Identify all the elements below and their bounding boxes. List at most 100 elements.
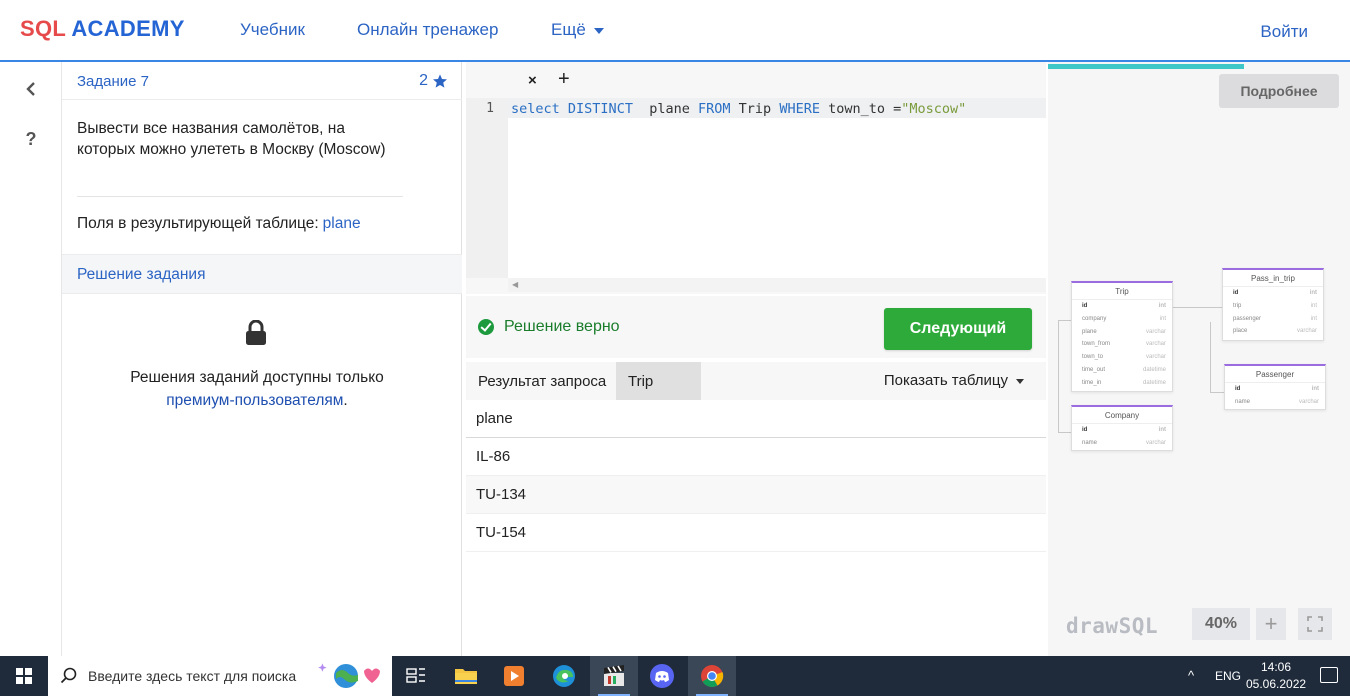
tray-expand-icon[interactable]: ^ [1188, 668, 1194, 683]
db-table-company[interactable]: Company id int name varchar [1071, 405, 1173, 451]
add-tab-icon[interactable]: + [558, 68, 570, 91]
db-field: trip int [1223, 300, 1323, 313]
zoom-in-button[interactable]: + [1256, 608, 1286, 640]
clock[interactable]: 14:06 05.06.2022 [1246, 659, 1306, 693]
next-button[interactable]: Следующий [884, 308, 1032, 350]
relation-line [1172, 307, 1222, 308]
fullscreen-button[interactable] [1298, 608, 1332, 640]
premium-text: Решения заданий доступны только [130, 369, 384, 386]
code-area[interactable]: select DISTINCT plane FROM Trip WHERE to… [508, 98, 1046, 278]
site-logo[interactable]: SQL ACADEMY [20, 16, 185, 42]
result-status-bar: Решение верно Следующий [466, 296, 1046, 358]
db-field-name: name [1235, 398, 1251, 405]
language-indicator[interactable]: ENG [1215, 669, 1241, 683]
status-message: Решение верно [504, 318, 620, 335]
solution-section-header[interactable]: Решение задания [62, 254, 462, 294]
nav-trainer[interactable]: Онлайн тренажер [357, 20, 498, 40]
code-line-active[interactable]: select DISTINCT plane FROM Trip WHERE to… [508, 98, 1046, 118]
schema-diagram[interactable]: Подробнее Trip id int company int plane varcha… [1048, 62, 1350, 656]
clock-date: 05.06.2022 [1246, 677, 1307, 691]
file-explorer-button[interactable] [442, 656, 490, 696]
db-field-name: time_in [1082, 379, 1102, 386]
more-details-button[interactable]: Подробнее [1219, 74, 1339, 108]
close-tab-icon[interactable]: × [528, 72, 537, 89]
table-row: IL-86 [466, 438, 1046, 476]
db-field-name: id [1082, 427, 1088, 433]
task-panel: Задание 7 2 Вывести все названия самолёт… [62, 62, 462, 656]
scroll-left-icon[interactable]: ◀ [512, 280, 518, 289]
db-field-type: varchar [1145, 439, 1166, 446]
sql-editor: × + 1 select DISTINCT plane FROM Trip WH… [466, 62, 1046, 294]
task-view-icon [406, 668, 425, 683]
line-number: 1 [486, 101, 494, 116]
db-field-type: int [1309, 290, 1317, 296]
db-field-type: int [1158, 303, 1166, 309]
fields-value: plane [322, 215, 361, 232]
search-icon [60, 667, 77, 684]
db-field-type: varchar [1298, 398, 1319, 405]
db-field-type: int [1310, 302, 1317, 309]
db-field-name: place [1233, 328, 1248, 335]
relation-line [1058, 320, 1072, 321]
divider [77, 196, 403, 197]
start-button[interactable] [0, 656, 48, 696]
fields-label: Поля в результирующей таблице: [77, 215, 319, 232]
chevron-left-icon [26, 82, 35, 96]
relation-line [1210, 392, 1224, 393]
db-field-name: company [1082, 315, 1107, 322]
db-field-name: town_from [1082, 341, 1111, 348]
discord-icon [650, 664, 674, 688]
premium-link[interactable]: премиум-пользователям [166, 392, 343, 409]
editor-tabbar: × + [466, 62, 1046, 96]
taskbar-search[interactable]: Введите здесь текст для поиска [48, 656, 392, 696]
column-header: plane [476, 410, 513, 427]
notification-icon[interactable] [1320, 667, 1338, 683]
db-field: plane varchar [1072, 326, 1172, 339]
db-field: id int [1072, 424, 1172, 437]
discord-button[interactable] [638, 656, 686, 696]
help-button[interactable]: ? [16, 124, 46, 154]
db-field-type: int [1310, 315, 1317, 322]
line-gutter: 1 [466, 98, 508, 278]
db-field-name: passenger [1233, 315, 1262, 322]
logo-sql: SQL [20, 16, 66, 41]
table-header: plane [466, 400, 1046, 438]
chrome-button[interactable] [688, 656, 736, 696]
login-link[interactable]: Войти [1260, 22, 1308, 42]
db-table-pass-in-trip[interactable]: Pass_in_trip id int trip int passenger int plac… [1222, 268, 1324, 341]
media-player-button[interactable] [490, 656, 538, 696]
horizontal-scrollbar[interactable]: ◀ [508, 278, 1046, 292]
premium-notice: Решения заданий доступны только премиум-… [62, 366, 452, 412]
db-field: name varchar [1072, 437, 1172, 450]
db-field-type: int [1311, 386, 1319, 392]
relation-line [1058, 432, 1072, 433]
nav-more-dropdown[interactable]: Ещё [551, 20, 604, 40]
collapse-panel-button[interactable] [16, 74, 46, 104]
show-table-dropdown[interactable]: Показать таблицу [884, 372, 1024, 389]
db-table-name: Pass_in_trip [1223, 270, 1323, 287]
nav-tutorial[interactable]: Учебник [240, 20, 305, 40]
db-field: place varchar [1223, 325, 1323, 338]
db-field: time_out datetime [1072, 364, 1172, 377]
show-table-label: Показать таблицу [883, 372, 1008, 389]
tab-query-result[interactable]: Результат запроса [466, 362, 618, 400]
task-header: Задание 7 2 [62, 62, 462, 100]
db-table-passenger[interactable]: Passenger id int name varchar [1224, 364, 1326, 410]
db-field-type: varchar [1145, 354, 1166, 361]
code-token: FROM [698, 101, 731, 117]
clock-time: 14:06 [1260, 660, 1292, 674]
db-table-trip[interactable]: Trip id int company int plane varchar town_from… [1071, 281, 1173, 392]
clapperboard-icon [604, 665, 624, 686]
code-text[interactable]: select DISTINCT plane FROM Trip WHERE to… [511, 101, 966, 117]
code-token: Trip [738, 101, 772, 117]
results-panel: Результат запроса Trip Показать таблицу … [466, 362, 1046, 656]
task-view-button[interactable] [392, 656, 440, 696]
table-row: TU-154 [466, 514, 1046, 552]
fullscreen-icon [1307, 616, 1323, 632]
tab-trip[interactable]: Trip [616, 362, 701, 400]
db-table-name: Passenger [1225, 366, 1325, 383]
video-editor-button[interactable] [590, 656, 638, 696]
solution-title[interactable]: Решение задания [77, 266, 205, 284]
edge-button[interactable] [540, 656, 588, 696]
results-tabs: Результат запроса Trip Показать таблицу [466, 362, 1046, 400]
